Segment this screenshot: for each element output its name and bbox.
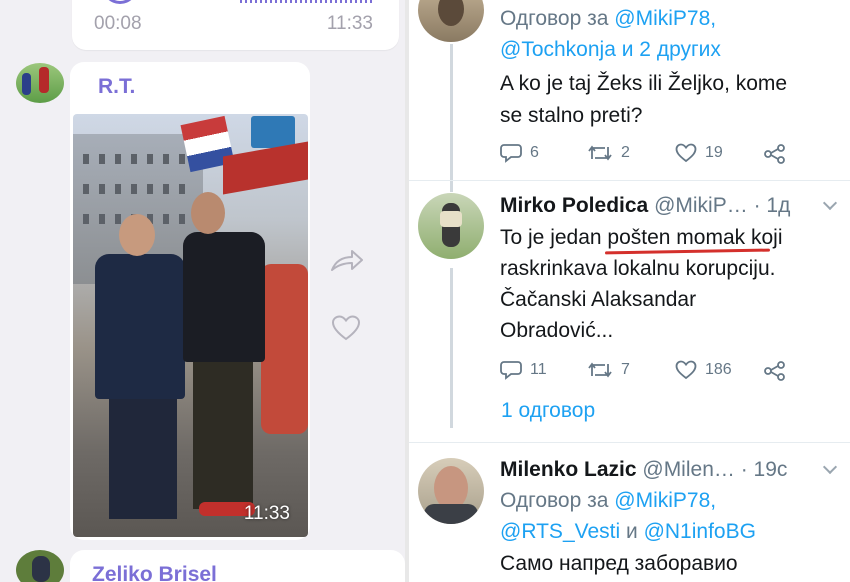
avatar[interactable] [16, 63, 64, 103]
screenshot-collage: 00:08 11:33 R.T. 11:33 Zeliko Brisel Одг… [0, 0, 850, 582]
message-bubble: Zeliko Brisel [70, 550, 405, 582]
mention-link[interactable]: @RTS_Vesti [500, 520, 620, 543]
chevron-down-icon[interactable] [822, 459, 838, 475]
mention-link[interactable]: @MikiP78, [614, 7, 716, 30]
voice-duration: 00:08 [94, 13, 142, 34]
reply-prefix: Одговор за [500, 7, 609, 30]
author-name[interactable]: Mirko Poledica [500, 194, 648, 217]
voice-message-bubble[interactable]: 00:08 11:33 [72, 0, 399, 50]
heart-icon [675, 360, 697, 380]
play-icon[interactable] [102, 0, 138, 4]
mention-link[interactable]: @Tochkonja [500, 38, 616, 61]
reply-context-line2: @Tochkonja и 2 других [500, 34, 721, 65]
waveform[interactable] [240, 0, 375, 3]
thread-line [450, 268, 453, 428]
author-name[interactable]: Milenko Lazic [500, 458, 637, 481]
author-handle[interactable]: @Milen… [642, 458, 735, 481]
like-count: 186 [705, 361, 732, 378]
reply-context-line2: @RTS_Vesti и @N1infoBG [500, 516, 756, 547]
tweet-text-line: raskrinkava lokalnu korupciju. [500, 257, 776, 280]
thread-line [450, 44, 453, 192]
store-sign [251, 116, 295, 148]
forward-icon[interactable] [330, 248, 364, 274]
retweet-icon [588, 362, 612, 378]
avatar[interactable] [16, 550, 64, 582]
avatar[interactable] [418, 0, 484, 42]
heart-icon [675, 143, 697, 163]
conjunction: и [626, 520, 638, 543]
twitter-thread: Одговор за @MikiP78, @Tochkonja и 2 друг… [409, 0, 850, 582]
share-icon[interactable] [764, 144, 786, 164]
sender-name[interactable]: R.T. [98, 75, 135, 99]
tweet-time[interactable]: · 19с [741, 458, 788, 481]
mention-link[interactable]: @MikiP78, [614, 489, 716, 512]
heart-icon[interactable] [331, 314, 361, 342]
chat-panel: 00:08 11:33 R.T. 11:33 Zeliko Brisel [0, 0, 405, 582]
reply-count: 6 [530, 144, 539, 161]
tweet-time[interactable]: · 1д [754, 194, 791, 217]
tweet-header: Milenko Lazic @Milen… · 19с [500, 454, 787, 485]
message-time: 11:33 [326, 13, 373, 34]
photo-message-bubble: R.T. 11:33 [70, 62, 310, 540]
retweet-count: 2 [621, 144, 630, 161]
avatar[interactable] [418, 193, 484, 259]
tweet-header: Mirko Poledica @MikiP… · 1д [500, 190, 790, 221]
retweet-button[interactable]: 7 [587, 360, 630, 380]
reply-context: Одговор за @MikiP78, [500, 3, 716, 34]
others-link[interactable]: и 2 других [622, 38, 721, 61]
awning [223, 141, 308, 195]
reply-button[interactable]: 11 [500, 360, 547, 380]
like-count: 19 [705, 144, 723, 161]
chevron-down-icon[interactable] [822, 195, 838, 211]
tweet-text-line: A ko je taj Žeks ili Željko, kome [500, 72, 788, 95]
retweet-icon [588, 145, 612, 161]
retweet-count: 7 [621, 361, 630, 378]
share-icon[interactable] [764, 361, 786, 381]
show-replies-link[interactable]: 1 одговор [501, 399, 595, 423]
tweet-text-line: Obradović... [500, 319, 614, 342]
photo[interactable]: 11:33 [73, 114, 308, 537]
message-time: 11:33 [243, 503, 290, 524]
reply-icon [500, 144, 522, 163]
tweet-text-line: Čačanski Alaksandar [500, 288, 697, 311]
reply-icon [500, 361, 522, 380]
tweet-text-line: Само напред заборавио [500, 552, 738, 575]
sender-name[interactable]: Zeliko Brisel [92, 563, 217, 582]
reply-prefix: Одговор за [500, 489, 609, 512]
like-button[interactable]: 19 [675, 143, 723, 163]
retweet-button[interactable]: 2 [587, 143, 630, 163]
reply-button[interactable]: 6 [500, 143, 539, 163]
tweet-text-line: se stalno preti? [500, 104, 643, 127]
like-button[interactable]: 186 [675, 360, 732, 380]
avatar[interactable] [418, 458, 484, 524]
mention-link[interactable]: @N1infoBG [644, 520, 756, 543]
reply-count: 11 [530, 361, 547, 378]
author-handle[interactable]: @MikiP… [654, 194, 748, 217]
reply-context: Одговор за @MikiP78, [500, 485, 716, 516]
